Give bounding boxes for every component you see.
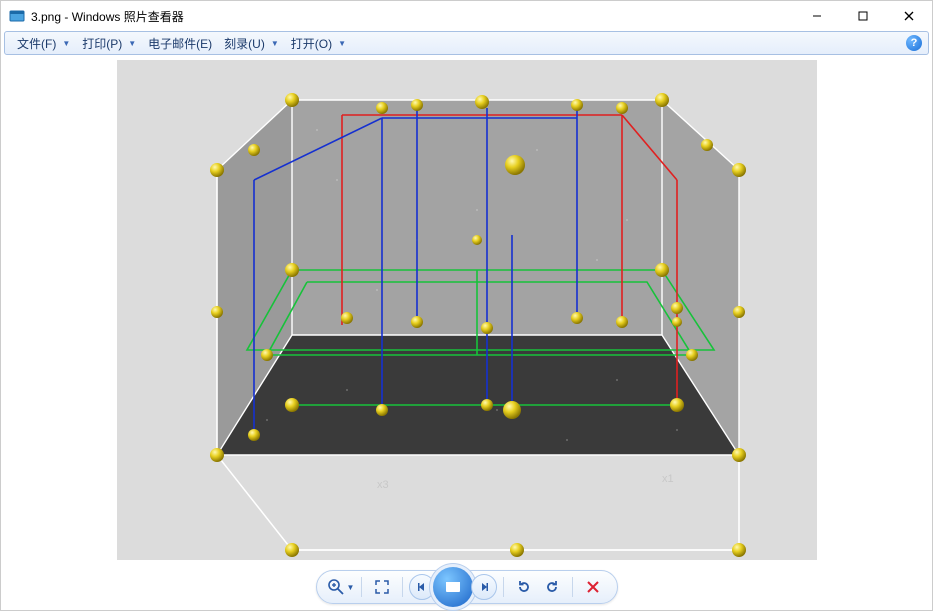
app-window: 3.png - Windows 照片查看器 文件(F) ▼ 打印(P) ▼ 电子邮件… bbox=[0, 0, 933, 611]
next-button[interactable] bbox=[471, 574, 497, 600]
menu-burn[interactable]: 刻录(U) ▼ bbox=[218, 32, 285, 54]
maximize-button[interactable] bbox=[840, 1, 886, 31]
chevron-down-icon: ▼ bbox=[347, 583, 355, 592]
window-controls bbox=[794, 1, 932, 31]
zoom-button[interactable]: ▼ bbox=[327, 573, 355, 601]
viewer-canvas[interactable]: x2 x3 x1 bbox=[1, 55, 932, 564]
title-filename: 3.png bbox=[31, 10, 61, 24]
close-button[interactable] bbox=[886, 1, 932, 31]
menu-open-label: 打开(O) bbox=[291, 35, 332, 52]
menu-print-label: 打印(P) bbox=[82, 35, 122, 52]
chevron-down-icon: ▼ bbox=[62, 39, 70, 48]
window-title: 3.png - Windows 照片查看器 bbox=[31, 8, 794, 25]
slideshow-button[interactable] bbox=[433, 567, 473, 607]
chevron-down-icon: ▼ bbox=[128, 39, 136, 48]
fit-button[interactable] bbox=[368, 573, 396, 601]
help-icon: ? bbox=[911, 37, 918, 49]
axis-x1-label: x1 bbox=[662, 473, 674, 485]
toolbar-pill: ▼ bbox=[316, 570, 618, 604]
title-separator: - bbox=[61, 10, 72, 24]
toolbar-separator bbox=[503, 577, 504, 597]
menu-print[interactable]: 打印(P) ▼ bbox=[76, 32, 142, 54]
axis-x3-label: x3 bbox=[377, 479, 389, 491]
help-button[interactable]: ? bbox=[906, 35, 922, 51]
prev-button[interactable] bbox=[409, 574, 435, 600]
title-appname: Windows 照片查看器 bbox=[72, 10, 184, 24]
delete-button[interactable] bbox=[579, 573, 607, 601]
viewer-toolbar: ▼ bbox=[1, 564, 932, 610]
cube-floor bbox=[217, 335, 739, 455]
rotate-ccw-button[interactable] bbox=[510, 573, 538, 601]
menu-file-label: 文件(F) bbox=[17, 35, 56, 52]
titlebar: 3.png - Windows 照片查看器 bbox=[1, 1, 932, 31]
app-icon bbox=[9, 8, 25, 24]
chevron-down-icon: ▼ bbox=[271, 39, 279, 48]
toolbar-separator bbox=[572, 577, 573, 597]
menu-open[interactable]: 打开(O) ▼ bbox=[285, 32, 352, 54]
menu-burn-label: 刻录(U) bbox=[224, 35, 265, 52]
toolbar-separator bbox=[402, 577, 403, 597]
rotate-cw-button[interactable] bbox=[538, 573, 566, 601]
menu-email-label: 电子邮件(E) bbox=[148, 35, 212, 52]
menu-file[interactable]: 文件(F) ▼ bbox=[11, 32, 76, 54]
toolbar-separator bbox=[361, 577, 362, 597]
image-scene: x2 x3 x1 bbox=[117, 60, 817, 560]
chevron-down-icon: ▼ bbox=[338, 39, 346, 48]
menubar: 文件(F) ▼ 打印(P) ▼ 电子邮件(E) 刻录(U) ▼ 打开(O) ▼ ? bbox=[4, 31, 929, 55]
menu-email[interactable]: 电子邮件(E) bbox=[142, 32, 218, 54]
minimize-button[interactable] bbox=[794, 1, 840, 31]
